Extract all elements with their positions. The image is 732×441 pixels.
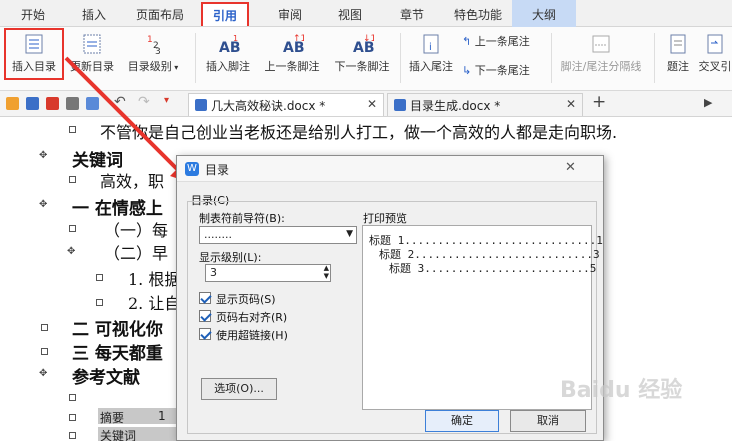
levels-label: 显示级别(L): [199,251,262,264]
leader-select[interactable]: ........ ▼ [199,226,357,244]
cancel-button[interactable]: 取消 [510,410,586,432]
preview-line-3: 标题 3.........................5 [389,262,597,275]
levels-input[interactable]: 3 ▲ ▼ [205,264,331,282]
preview-label: 打印预览 [363,212,407,225]
hyperlinks-checkbox[interactable] [199,328,211,340]
chevron-down-icon: ▼ [346,229,353,239]
leader-select-value: ........ [204,228,232,241]
right-align-label: 页码右对齐(R) [216,311,288,324]
leader-label: 制表符前导符(B): [199,212,285,225]
wps-logo-icon: W [185,162,199,176]
dialog-titlebar[interactable]: W 目录 ✕ [177,156,603,182]
dialog-title: 目录 [205,163,230,177]
ok-button[interactable]: 确定 [425,410,499,432]
wps-writer-window: { "menu": { "tabs": ["开始", "插入", "页面布局",… [0,0,732,441]
options-button[interactable]: 选项(O)... [201,378,277,400]
levels-value: 3 [210,266,217,279]
hyperlinks-label: 使用超链接(H) [216,329,288,342]
toc-dialog: W 目录 ✕ 目录(C) 制表符前导符(B): ........ ▼ 显示级别(… [176,155,604,441]
right-align-checkbox[interactable] [199,310,211,322]
watermark-logo: Baidu 经验 [560,378,683,403]
spinner-icon[interactable]: ▲ ▼ [324,264,329,280]
print-preview-box: 标题 1.............................1 标题 2.… [362,225,603,410]
show-page-numbers-checkbox[interactable] [199,292,211,304]
close-icon[interactable]: ✕ [565,160,576,175]
show-page-numbers-label: 显示页码(S) [216,293,276,306]
